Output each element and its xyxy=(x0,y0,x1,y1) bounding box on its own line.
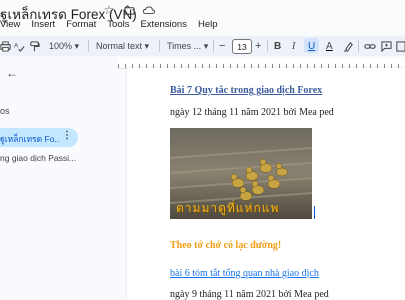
chevron-down-icon: ▾ xyxy=(74,40,80,51)
text-cursor xyxy=(314,206,315,219)
star-icon[interactable]: ☆ xyxy=(102,3,116,17)
font-size-input[interactable]: 13 xyxy=(232,39,252,54)
menu-extensions[interactable]: Extensions xyxy=(140,19,186,30)
underline-button[interactable]: U xyxy=(308,36,315,56)
menu-format[interactable]: Format xyxy=(66,19,96,30)
outline-sidebar xyxy=(0,58,118,300)
decrease-font-size-button[interactable]: − xyxy=(219,36,225,56)
image-caption: ตามมาดูที่แห่กแพ xyxy=(176,201,280,215)
move-to-folder-icon[interactable] xyxy=(122,3,136,17)
divider xyxy=(159,40,160,52)
outline-item-label[interactable]: ฐูเหล็กเทรด Fo... xyxy=(0,132,60,146)
font-select[interactable]: Times ... ▾ xyxy=(167,36,208,56)
back-arrow-icon[interactable]: ← xyxy=(6,66,18,80)
increase-font-size-button[interactable]: + xyxy=(255,36,261,56)
outline-item-2[interactable]: ng giao dịch Passi... xyxy=(0,153,76,163)
style-select[interactable]: Normal text ▾ xyxy=(96,36,149,56)
comment-icon[interactable] xyxy=(381,36,392,56)
menu-tools[interactable]: Tools xyxy=(107,19,129,30)
link-icon[interactable] xyxy=(364,36,376,56)
title-icons: ☆ xyxy=(102,3,156,17)
cloud-status-icon[interactable] xyxy=(142,3,156,17)
print-icon[interactable] xyxy=(0,36,11,56)
divider xyxy=(267,40,268,52)
zoom-select[interactable]: 100% ▾ xyxy=(49,36,79,56)
heading-link[interactable]: Bài 7 Quy tắc trong giao dịch Forex xyxy=(170,85,322,96)
menu-help[interactable]: Help xyxy=(198,19,218,30)
post-date-2: ngày 9 tháng 11 năm 2021 bởi Mea ped xyxy=(170,289,329,300)
orange-heading: Theo tớ chớ có lạc đường! xyxy=(170,240,282,251)
text-color-button[interactable]: A xyxy=(326,36,333,56)
bold-button[interactable]: B xyxy=(274,36,281,56)
divider xyxy=(213,40,214,52)
divider xyxy=(88,40,89,52)
article-link[interactable]: bài 6 tóm tắt tổng quan nhà giao dịch xyxy=(170,268,319,279)
highlight-icon[interactable] xyxy=(343,36,354,56)
chevron-down-icon: ▾ xyxy=(203,40,209,51)
menu-insert[interactable]: Insert xyxy=(31,19,55,30)
italic-button[interactable]: I xyxy=(292,36,295,56)
menu-view[interactable]: View xyxy=(0,19,20,30)
spellcheck-icon[interactable]: A xyxy=(14,36,25,56)
insert-image-icon[interactable] xyxy=(396,36,405,56)
chevron-down-icon: ▾ xyxy=(144,40,150,51)
post-date: ngày 12 tháng 11 năm 2021 bởi Mea ped xyxy=(170,107,334,118)
paint-format-icon[interactable] xyxy=(29,36,40,56)
svg-text:A: A xyxy=(14,42,19,49)
divider xyxy=(358,40,359,52)
outline-heading: os xyxy=(0,106,10,116)
more-options-icon[interactable]: ⋮ xyxy=(62,130,72,141)
menu-bar: View Insert Format Tools Extensions Help xyxy=(0,19,218,30)
